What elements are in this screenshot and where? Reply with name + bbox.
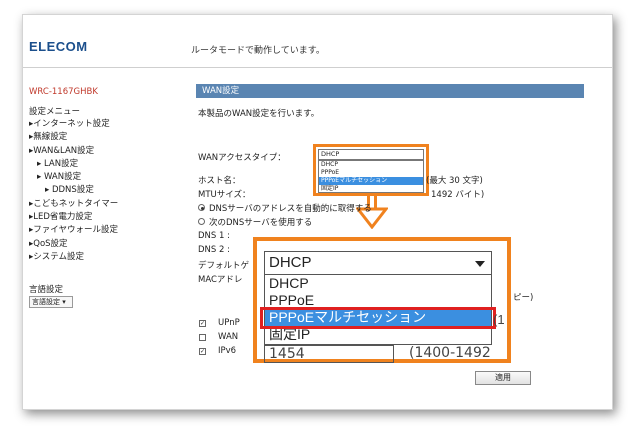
model-name: WRC-1167GHBK — [29, 87, 98, 97]
wan-access-type-label: WANアクセスタイプ： — [198, 153, 286, 163]
dns1-label: DNS 1 : — [198, 231, 230, 241]
sidebar-item-ddns[interactable]: ▸ DDNS設定 — [29, 184, 118, 197]
wan-access-type-select-zoomed[interactable]: DHCP — [264, 251, 492, 275]
apply-button[interactable]: 適用 — [475, 371, 531, 385]
dns-manual-radio[interactable] — [198, 218, 205, 225]
highlight-box — [260, 307, 496, 329]
sidebar-item-wireless[interactable]: ▸無線設定 — [29, 131, 118, 144]
hostname-label: ホスト名： — [198, 176, 241, 186]
menu-title: 設定メニュー — [29, 107, 81, 117]
sidebar-item-wan[interactable]: ▸ WAN設定 — [29, 171, 118, 184]
mac-address-label: MACアドレ — [198, 275, 243, 285]
dns2-label: DNS 2 : — [198, 245, 230, 255]
zoom-selected-value: DHCP — [269, 254, 312, 271]
wan-label: WAN — [218, 332, 239, 342]
sidebar-item-kids-timer[interactable]: ▸こどもネットタイマー — [29, 198, 118, 211]
page-title: WAN設定 — [196, 84, 584, 98]
elecom-logo: ELECOM — [29, 39, 88, 54]
screenshot-frame: ELECOM ルータモードで動作しています。 WRC-1167GHBK 設定メニ… — [22, 14, 613, 410]
mode-status-text: ルータモードで動作しています。 — [191, 46, 325, 56]
wan-checkbox[interactable] — [199, 334, 206, 341]
mac-clone-hint: ピー) — [513, 293, 534, 303]
header-divider — [23, 67, 612, 68]
zoom-edge-text: (1 — [493, 312, 505, 327]
sidebar-menu: ▸インターネット設定 ▸無線設定 ▸WAN&LAN設定 ▸ LAN設定 ▸ WA… — [29, 118, 118, 264]
sidebar-item-firewall[interactable]: ▸ファイヤウォール設定 — [29, 224, 118, 237]
upnp-label: UPnP — [218, 318, 240, 328]
ipv6-label: IPv6 — [218, 346, 237, 356]
zoom-callout: DHCP DHCP PPPoE PPPoEマルチセッション 固定IP 1454 … — [253, 237, 511, 363]
zoom-mtu-input[interactable]: 1454 — [264, 345, 394, 363]
hostname-hint: (最大 30 文字) — [426, 176, 483, 186]
mtu-hint: 1492 バイト) — [431, 190, 485, 200]
sidebar-item-lan[interactable]: ▸ LAN設定 — [29, 158, 118, 171]
default-gateway-label: デフォルトゲ — [198, 261, 250, 271]
sidebar-item-system[interactable]: ▸システム設定 — [29, 251, 118, 264]
language-select[interactable]: 言語設定 ▾ — [29, 296, 73, 308]
callout-box-small — [313, 144, 429, 196]
sidebar-item-qos[interactable]: ▸QoS設定 — [29, 238, 118, 251]
dns-auto-label: DNSサーバのアドレスを自動的に取得する — [209, 204, 372, 214]
upnp-checkbox[interactable]: ✓ — [199, 320, 206, 327]
zoom-option-dhcp[interactable]: DHCP — [265, 275, 491, 292]
language-label: 言語設定 — [29, 285, 64, 295]
dns-auto-radio[interactable] — [198, 204, 205, 211]
ipv6-checkbox[interactable]: ✓ — [199, 348, 206, 355]
mtu-label: MTUサイズ： — [198, 190, 251, 200]
sidebar-item-led[interactable]: ▸LED省電力設定 — [29, 211, 118, 224]
sidebar-item-wan-lan[interactable]: ▸WAN&LAN設定 — [29, 145, 118, 158]
chevron-down-icon — [475, 261, 485, 267]
zoom-mtu-range: (1400-1492 — [409, 345, 491, 361]
sidebar-item-internet[interactable]: ▸インターネット設定 — [29, 118, 118, 131]
page-description: 本製品のWAN設定を行います。 — [198, 109, 320, 119]
dns-manual-label: 次のDNSサーバを使用する — [209, 218, 313, 228]
